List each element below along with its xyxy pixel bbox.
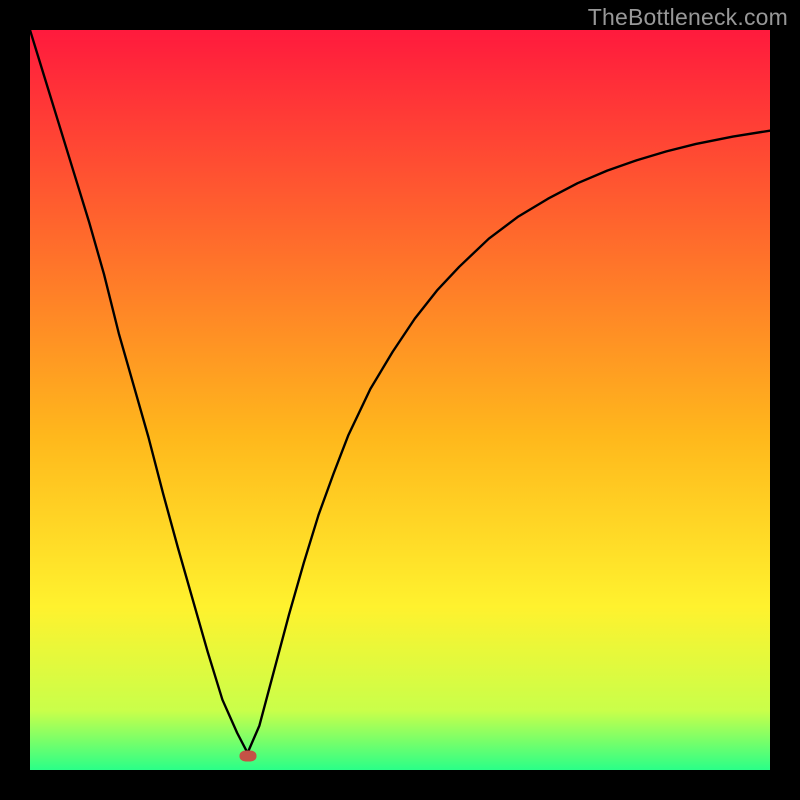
bottleneck-chart bbox=[30, 30, 770, 770]
gradient-background bbox=[30, 30, 770, 770]
minimum-marker bbox=[240, 751, 257, 762]
chart-container: TheBottleneck.com bbox=[0, 0, 800, 800]
attribution-label: TheBottleneck.com bbox=[588, 4, 788, 31]
